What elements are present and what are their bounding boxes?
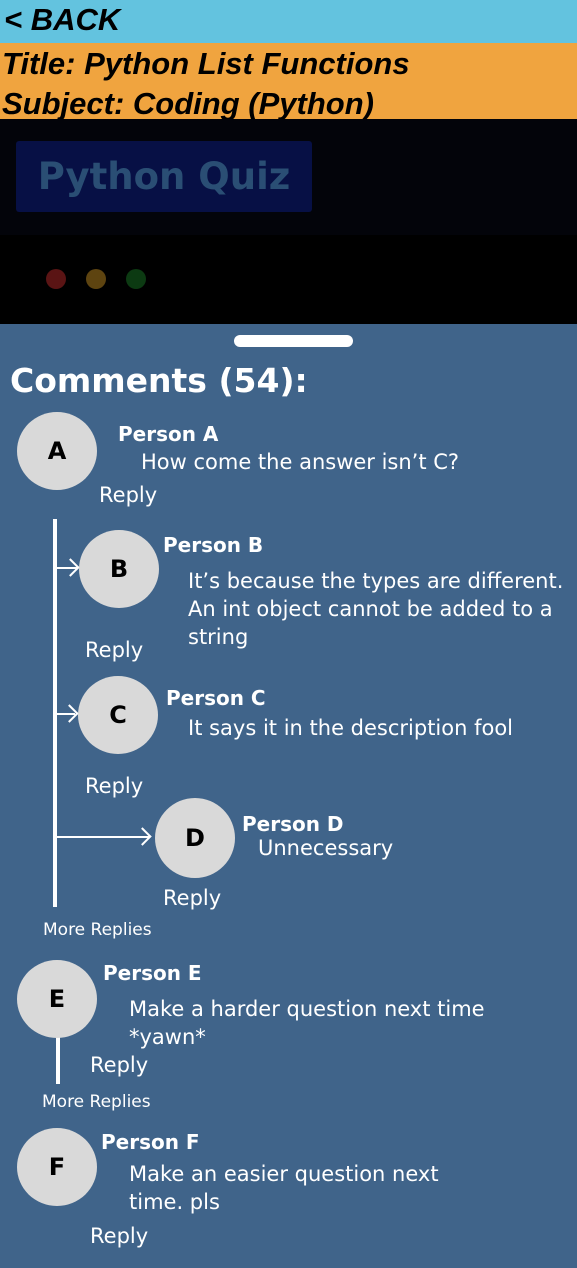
video-subject: Subject: Coding (Python) (2, 86, 374, 121)
video-title: Title: Python List Functions (2, 46, 410, 81)
avatar[interactable]: D (155, 798, 235, 878)
reply-button[interactable]: Reply (85, 773, 143, 799)
comment-text: Unnecessary (258, 836, 394, 860)
reply-button[interactable]: Reply (99, 482, 157, 508)
comment-author[interactable]: Person A (118, 422, 218, 446)
back-button[interactable]: < BACK (4, 2, 120, 38)
comment-text: Make a harder question next time *yawn* (129, 997, 485, 1049)
comments-heading: Comments (54): (10, 361, 308, 400)
comment-text: It says it in the description fool (188, 716, 514, 740)
comment-author[interactable]: Person F (101, 1130, 200, 1154)
thread-line-e (56, 1037, 60, 1084)
avatar[interactable]: A (17, 412, 97, 490)
comment-text: It’s because the types are different. An… (188, 569, 564, 649)
window-close-dot-icon (46, 269, 66, 289)
avatar[interactable]: C (78, 676, 158, 754)
more-replies-link[interactable]: More Replies (43, 920, 152, 940)
window-maximize-dot-icon (126, 269, 146, 289)
comment-author[interactable]: Person D (242, 812, 344, 836)
avatar[interactable]: F (17, 1128, 97, 1206)
comment-author[interactable]: Person E (103, 961, 202, 985)
reply-button[interactable]: Reply (90, 1223, 148, 1249)
reply-button[interactable]: Reply (163, 885, 221, 911)
avatar[interactable]: B (79, 530, 159, 608)
reply-button[interactable]: Reply (85, 637, 143, 663)
more-replies-link[interactable]: More Replies (42, 1092, 151, 1112)
avatar[interactable]: E (17, 960, 97, 1038)
drag-handle[interactable] (234, 335, 353, 347)
comment-text: Make an easier question next time. pls (129, 1162, 439, 1214)
quiz-banner-title: Python Quiz (37, 155, 291, 198)
window-minimize-dot-icon (86, 269, 106, 289)
reply-button[interactable]: Reply (90, 1052, 148, 1078)
comment-text: How come the answer isn’t C? (141, 450, 460, 474)
comment-author[interactable]: Person C (166, 686, 266, 710)
comment-author[interactable]: Person B (163, 533, 263, 557)
